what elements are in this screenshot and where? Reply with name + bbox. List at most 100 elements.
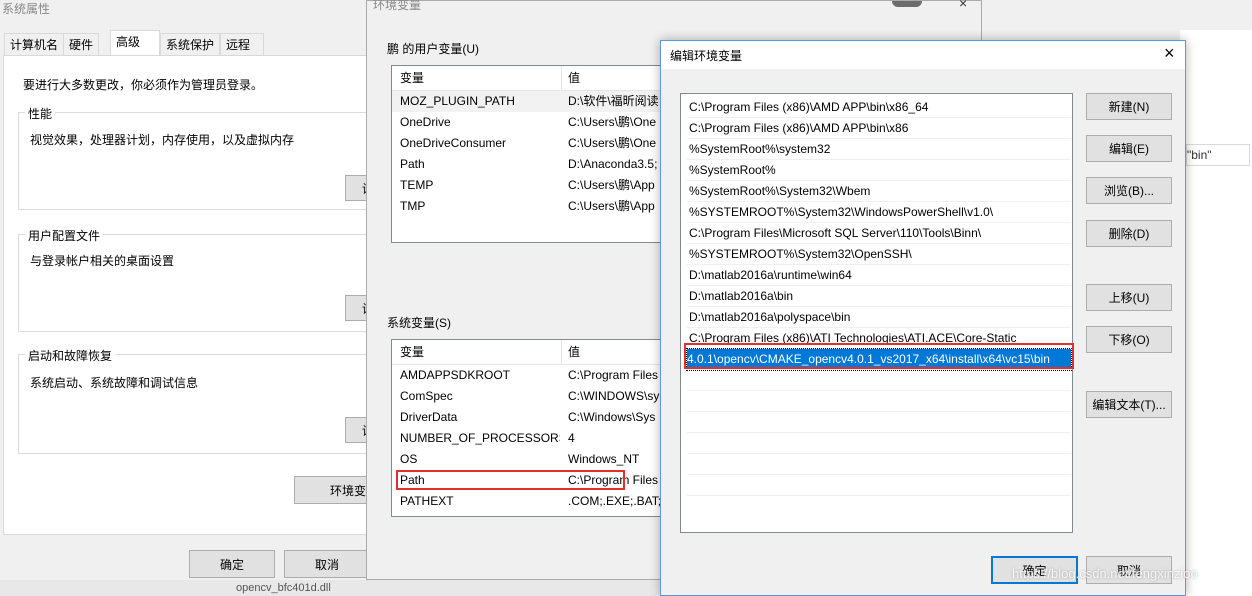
sys-var-value: C:\Windows\Sys (568, 410, 656, 424)
user-var-name: Path (400, 157, 425, 171)
new-button[interactable]: 新建(N) (1086, 93, 1172, 120)
envvars-close-icon[interactable]: × (959, 0, 967, 11)
path-entry[interactable]: %SystemRoot%\system32 (687, 139, 1071, 160)
path-entry-text: %SystemRoot%\system32 (689, 142, 831, 156)
browse-button[interactable]: 浏览(B)... (1086, 177, 1172, 204)
tab-advanced[interactable]: 高级 (110, 30, 160, 56)
path-entry[interactable]: D:\matlab2016a\bin (687, 286, 1071, 307)
user-row[interactable]: OneDrive C:\Users\鹏\One (392, 112, 666, 133)
user-var-value: C:\Users\鹏\One (568, 136, 657, 150)
path-entry[interactable] (687, 370, 1071, 391)
user-var-name: OneDrive (400, 115, 451, 129)
path-entry-text: %SystemRoot%\System32\Wbem (689, 184, 871, 198)
sys-col-value-header[interactable]: 值 (568, 340, 580, 364)
user-row[interactable]: TMP C:\Users\鹏\App (392, 196, 666, 217)
system-variables-rows: AMDAPPSDKROOT C:\Program Files ComSpec C:\W… (392, 365, 666, 512)
sys-row[interactable]: DriverData C:\Windows\Sys (392, 407, 666, 428)
sys-var-value: .COM;.EXE;.BAT; (568, 494, 662, 508)
move-up-button[interactable]: 上移(U) (1086, 284, 1172, 311)
user-var-value: D:\软件\福昕阅读 (568, 94, 659, 108)
envvars-titlebar-shadow (892, 1, 922, 7)
path-entry-text: D:\matlab2016a\runtime\win64 (689, 268, 852, 282)
path-entry[interactable]: C:\Program Files\Microsoft SQL Server\11… (687, 223, 1071, 244)
path-entry-text: C:\Program Files (x86)\AMD APP\bin\x86_6… (689, 100, 929, 114)
path-entry[interactable]: %SYSTEMROOT%\System32\WindowsPowerShell\… (687, 202, 1071, 223)
path-entries-list[interactable]: C:\Program Files (x86)\AMD APP\bin\x86_6… (680, 93, 1073, 533)
user-row[interactable]: TEMP C:\Users\鹏\App (392, 175, 666, 196)
path-entry-text: C:\Program Files (x86)\ATI Technologies\… (689, 331, 1017, 345)
sys-var-name: PATHEXT (400, 494, 454, 508)
path-entry[interactable]: %SystemRoot%\System32\Wbem (687, 181, 1071, 202)
background-explorer (1180, 30, 1252, 596)
user-var-value: C:\Users\鹏\One (568, 115, 657, 129)
path-entry[interactable] (687, 391, 1071, 412)
sysprops-ok-button[interactable]: 确定 (189, 550, 275, 578)
edit-button[interactable]: 编辑(E) (1086, 135, 1172, 162)
path-entry[interactable] (687, 454, 1071, 475)
sys-var-name: AMDAPPSDKROOT (400, 368, 511, 382)
path-entry-text: C:\Program Files (x86)\AMD APP\bin\x86 (689, 121, 909, 135)
path-entry[interactable]: C:\Program Files (x86)\ATI Technologies\… (687, 328, 1071, 349)
admin-note: 要进行大多数更改，你必须作为管理员登录。 (23, 78, 264, 92)
path-entry[interactable] (687, 475, 1071, 496)
sys-var-value: Windows_NT (568, 452, 640, 466)
tab-system-protection[interactable]: 系统保护 (160, 33, 221, 55)
path-entry-text: D:\matlab2016a\bin (689, 289, 794, 303)
path-entry-text: %SYSTEMROOT%\System32\OpenSSH\ (689, 247, 912, 261)
path-entry[interactable]: %SystemRoot% (687, 160, 1071, 181)
edit-text-button[interactable]: 编辑文本(T)... (1086, 391, 1172, 418)
sys-row[interactable]: OS Windows_NT (392, 449, 666, 470)
sysprops-cancel-button[interactable]: 取消 (284, 550, 370, 578)
delete-button[interactable]: 删除(D) (1086, 220, 1172, 247)
file-item: opencv_bfc401d.dll (236, 582, 331, 594)
sys-row[interactable]: NUMBER_OF_PROCESSORS 4 (392, 428, 666, 449)
sys-var-name: NUMBER_OF_PROCESSORS (400, 431, 560, 445)
path-entry[interactable]: %SYSTEMROOT%\System32\OpenSSH\ (687, 244, 1071, 265)
sys-row[interactable]: Path C:\Program Files (392, 470, 666, 491)
user-var-name: OneDriveConsumer (400, 136, 507, 150)
user-var-value: C:\Users\鹏\App (568, 178, 655, 192)
user-row[interactable]: MOZ_PLUGIN_PATH D:\软件\福昕阅读 (392, 91, 666, 112)
envvars-title: 环境变量 (373, 0, 422, 12)
path-entry[interactable] (687, 412, 1071, 433)
user-row[interactable]: OneDriveConsumer C:\Users\鹏\One (392, 133, 666, 154)
path-entry[interactable]: D:\matlab2016a\polyspace\bin (687, 307, 1071, 328)
path-entry[interactable]: C:\Program Files (x86)\AMD APP\bin\x86 (687, 118, 1071, 139)
tab-hardware[interactable]: 硬件 (63, 33, 100, 55)
system-properties-window: 系统属性 计算机名 硬件 高级 系统保护 远程 要进行大多数更改，你必须作为管理… (0, 0, 385, 580)
path-entry-text: %SYSTEMROOT%\System32\WindowsPowerShell\… (689, 205, 994, 219)
tab-computer-name[interactable]: 计算机名 (4, 33, 65, 55)
startup-recovery-desc: 系统启动、系统故障和调试信息 (30, 376, 199, 390)
path-entry[interactable]: 4.0.1\opencv\CMAKE_opencv4.0.1_vs2017_x6… (686, 348, 1072, 371)
sysprops-title: 系统属性 (2, 2, 51, 16)
user-var-name: TMP (400, 199, 426, 213)
startup-recovery-title: 启动和故障恢复 (25, 347, 116, 364)
path-entry[interactable]: C:\Program Files (x86)\AMD APP\bin\x86_6… (687, 97, 1071, 118)
edit-dialog-title: 编辑环境变量 (670, 49, 743, 63)
edit-environment-variable-dialog: 编辑环境变量 × C:\Program Files (x86)\AMD APP\… (660, 40, 1186, 596)
sys-row[interactable]: PATHEXT .COM;.EXE;.BAT; (392, 491, 666, 512)
user-row[interactable]: Path D:\Anaconda3.5; (392, 154, 666, 175)
startup-recovery-group: 启动和故障恢复 系统启动、系统故障和调试信息 设 (18, 347, 385, 454)
close-icon[interactable]: × (1164, 43, 1175, 64)
sys-row[interactable]: ComSpec C:\WINDOWS\sy (392, 386, 666, 407)
user-variables-list[interactable]: 变量 值 MOZ_PLUGIN_PATH D:\软件\福昕阅读 OneDrive C:… (391, 65, 667, 243)
sys-col-variable-header[interactable]: 变量 (400, 340, 424, 364)
sys-var-value: C:\WINDOWS\sy (568, 389, 660, 403)
sys-var-name: DriverData (400, 410, 458, 424)
user-variables-header: 变量 值 (392, 66, 666, 91)
col-variable-header[interactable]: 变量 (400, 66, 424, 90)
col-value-header[interactable]: 值 (568, 66, 580, 90)
system-variables-list[interactable]: 变量 值 AMDAPPSDKROOT C:\Program Files ComSpe… (391, 339, 667, 517)
path-entry-text: %SystemRoot% (689, 163, 776, 177)
user-profile-group: 用户配置文件 与登录帐户相关的桌面设置 设 (18, 227, 385, 332)
sys-var-value: C:\Program Files (568, 368, 659, 382)
sys-row[interactable]: AMDAPPSDKROOT C:\Program Files (392, 365, 666, 386)
path-entry[interactable] (687, 433, 1071, 454)
background-search-box[interactable]: "bin" (1186, 144, 1250, 166)
sys-var-name: OS (400, 452, 418, 466)
tab-remote[interactable]: 远程 (220, 33, 264, 55)
path-entry[interactable]: D:\matlab2016a\runtime\win64 (687, 265, 1071, 286)
move-down-button[interactable]: 下移(O) (1086, 326, 1172, 353)
background-taskbar-strip: opencv_bfc401d.dll (0, 578, 660, 596)
